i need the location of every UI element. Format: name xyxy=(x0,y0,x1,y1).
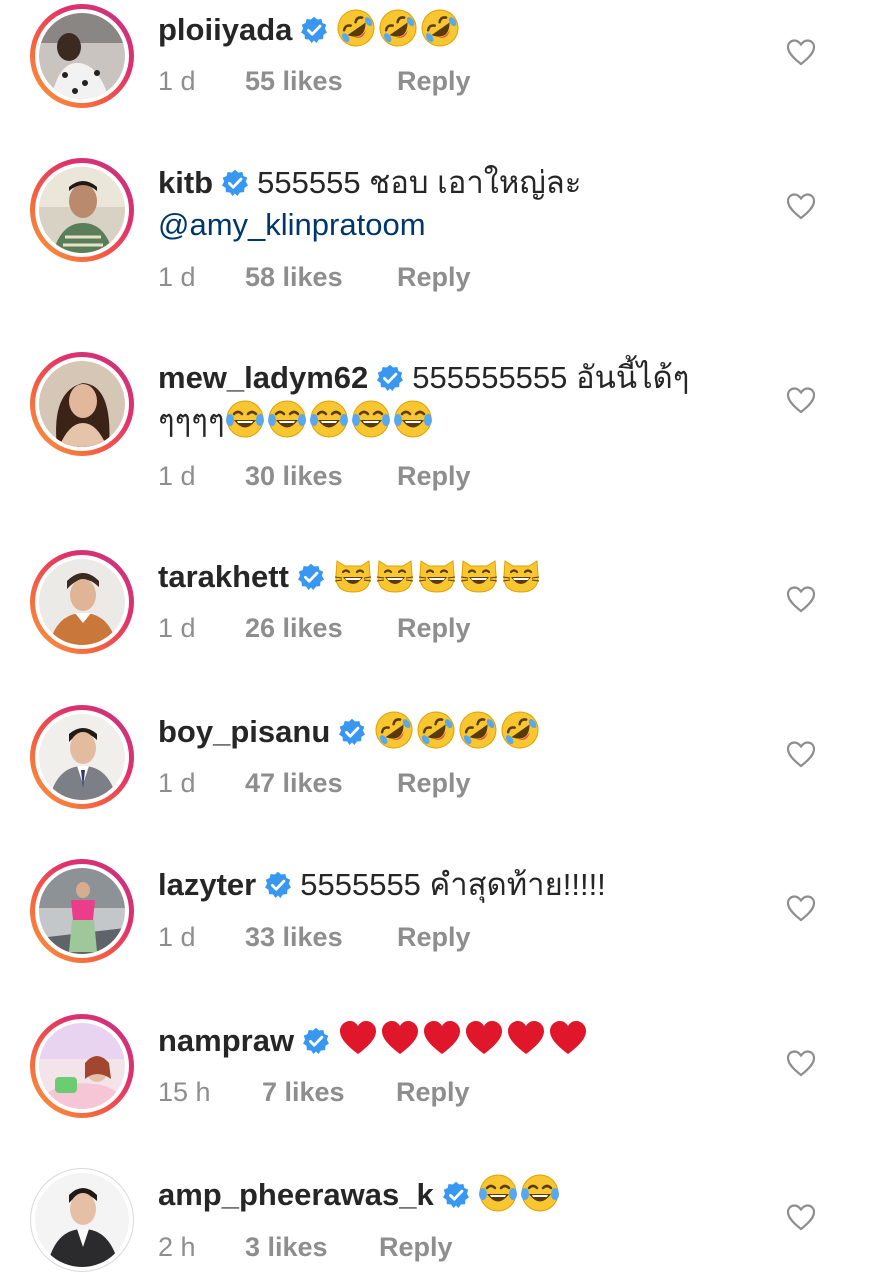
username[interactable]: mew_ladym62 xyxy=(158,360,368,395)
comment-emoji xyxy=(374,714,542,749)
likes-count[interactable]: 3 likes xyxy=(245,1230,328,1264)
rolling-laughing-emoji-icon xyxy=(374,710,414,750)
likes-count[interactable]: 55 likes xyxy=(245,64,343,98)
reply-button[interactable]: Reply xyxy=(397,611,471,645)
comment-time: 1 d xyxy=(158,922,196,952)
comment-time: 2 h xyxy=(158,1232,196,1262)
verified-badge-icon xyxy=(221,169,249,197)
comment-text: 555555 ชอบ เอาใหญ่ละ xyxy=(257,165,582,200)
comment-emoji xyxy=(478,1177,562,1212)
avatar[interactable] xyxy=(30,4,134,108)
avatar[interactable] xyxy=(30,352,134,456)
tears-of-joy-emoji-icon xyxy=(393,399,433,439)
username[interactable]: amp_pheerawas_k xyxy=(158,1177,434,1212)
avatar[interactable] xyxy=(30,859,134,963)
rolling-laughing-emoji-icon xyxy=(378,8,418,48)
like-heart-icon[interactable] xyxy=(786,585,816,615)
like-heart-icon[interactable] xyxy=(786,1049,816,1079)
comment-time: 15 h xyxy=(158,1077,211,1107)
avatar[interactable] xyxy=(30,550,134,654)
reply-button[interactable]: Reply xyxy=(397,260,471,294)
reply-button[interactable]: Reply xyxy=(396,1075,470,1109)
grinning-cat-emoji-icon xyxy=(501,555,541,595)
comment-emoji xyxy=(336,12,462,47)
red-heart-emoji-icon xyxy=(338,1019,378,1059)
like-heart-icon[interactable] xyxy=(786,740,816,770)
likes-count[interactable]: 30 likes xyxy=(245,459,343,493)
tears-of-joy-emoji-icon xyxy=(520,1173,560,1213)
rolling-laughing-emoji-icon xyxy=(416,710,456,750)
verified-badge-icon xyxy=(376,364,404,392)
reply-button[interactable]: Reply xyxy=(397,766,471,800)
red-heart-emoji-icon xyxy=(548,1019,588,1059)
likes-count[interactable]: 33 likes xyxy=(245,920,343,954)
reply-button[interactable]: Reply xyxy=(397,920,471,954)
comment-emoji xyxy=(338,1023,590,1058)
reply-button[interactable]: Reply xyxy=(379,1230,453,1264)
username[interactable]: ploiiyada xyxy=(158,12,292,47)
comment-text: 555555555 อันนี้ได้ๆ xyxy=(412,360,690,395)
grinning-cat-emoji-icon xyxy=(459,555,499,595)
username[interactable]: kitb xyxy=(158,165,213,200)
username[interactable]: boy_pisanu xyxy=(158,714,330,749)
comment-time: 1 d xyxy=(158,613,196,643)
comment-time: 1 d xyxy=(158,262,196,292)
red-heart-emoji-icon xyxy=(380,1019,420,1059)
comment-time: 1 d xyxy=(158,768,196,798)
grinning-cat-emoji-icon xyxy=(417,555,457,595)
verified-badge-icon xyxy=(302,1027,330,1055)
verified-badge-icon xyxy=(300,16,328,44)
red-heart-emoji-icon xyxy=(464,1019,504,1059)
red-heart-emoji-icon xyxy=(506,1019,546,1059)
rolling-laughing-emoji-icon xyxy=(420,8,460,48)
verified-badge-icon xyxy=(442,1181,470,1209)
tears-of-joy-emoji-icon xyxy=(478,1173,518,1213)
grinning-cat-emoji-icon xyxy=(333,555,373,595)
username[interactable]: tarakhett xyxy=(158,559,289,594)
like-heart-icon[interactable] xyxy=(786,386,816,416)
comment-emoji xyxy=(333,559,543,594)
comment-emoji xyxy=(225,403,435,438)
comment-time: 1 d xyxy=(158,66,196,96)
verified-badge-icon xyxy=(338,718,366,746)
grinning-cat-emoji-icon xyxy=(375,555,415,595)
like-heart-icon[interactable] xyxy=(786,38,816,68)
rolling-laughing-emoji-icon xyxy=(500,710,540,750)
reply-button[interactable]: Reply xyxy=(397,459,471,493)
red-heart-emoji-icon xyxy=(422,1019,462,1059)
mention-link[interactable]: @amy_klinpratoom xyxy=(158,207,426,242)
avatar[interactable] xyxy=(30,158,134,262)
tears-of-joy-emoji-icon xyxy=(267,399,307,439)
username[interactable]: lazyter xyxy=(158,867,256,902)
likes-count[interactable]: 7 likes xyxy=(262,1075,345,1109)
rolling-laughing-emoji-icon xyxy=(336,8,376,48)
like-heart-icon[interactable] xyxy=(786,192,816,222)
like-heart-icon[interactable] xyxy=(786,894,816,924)
tears-of-joy-emoji-icon xyxy=(309,399,349,439)
avatar[interactable] xyxy=(30,1014,134,1118)
likes-count[interactable]: 58 likes xyxy=(245,260,343,294)
verified-badge-icon xyxy=(264,871,292,899)
username[interactable]: nampraw xyxy=(158,1023,294,1058)
avatar[interactable] xyxy=(30,705,134,809)
tears-of-joy-emoji-icon xyxy=(351,399,391,439)
reply-button[interactable]: Reply xyxy=(397,64,471,98)
avatar[interactable] xyxy=(30,1168,134,1272)
tears-of-joy-emoji-icon xyxy=(225,399,265,439)
rolling-laughing-emoji-icon xyxy=(458,710,498,750)
likes-count[interactable]: 26 likes xyxy=(245,611,343,645)
likes-count[interactable]: 47 likes xyxy=(245,766,343,800)
like-heart-icon[interactable] xyxy=(786,1203,816,1233)
comment-time: 1 d xyxy=(158,461,196,491)
comment-text: 5555555 คำสุดท้าย!!!!! xyxy=(300,867,606,902)
comment-text-continued: ๆๆๆๆ xyxy=(158,403,225,438)
verified-badge-icon xyxy=(297,563,325,591)
